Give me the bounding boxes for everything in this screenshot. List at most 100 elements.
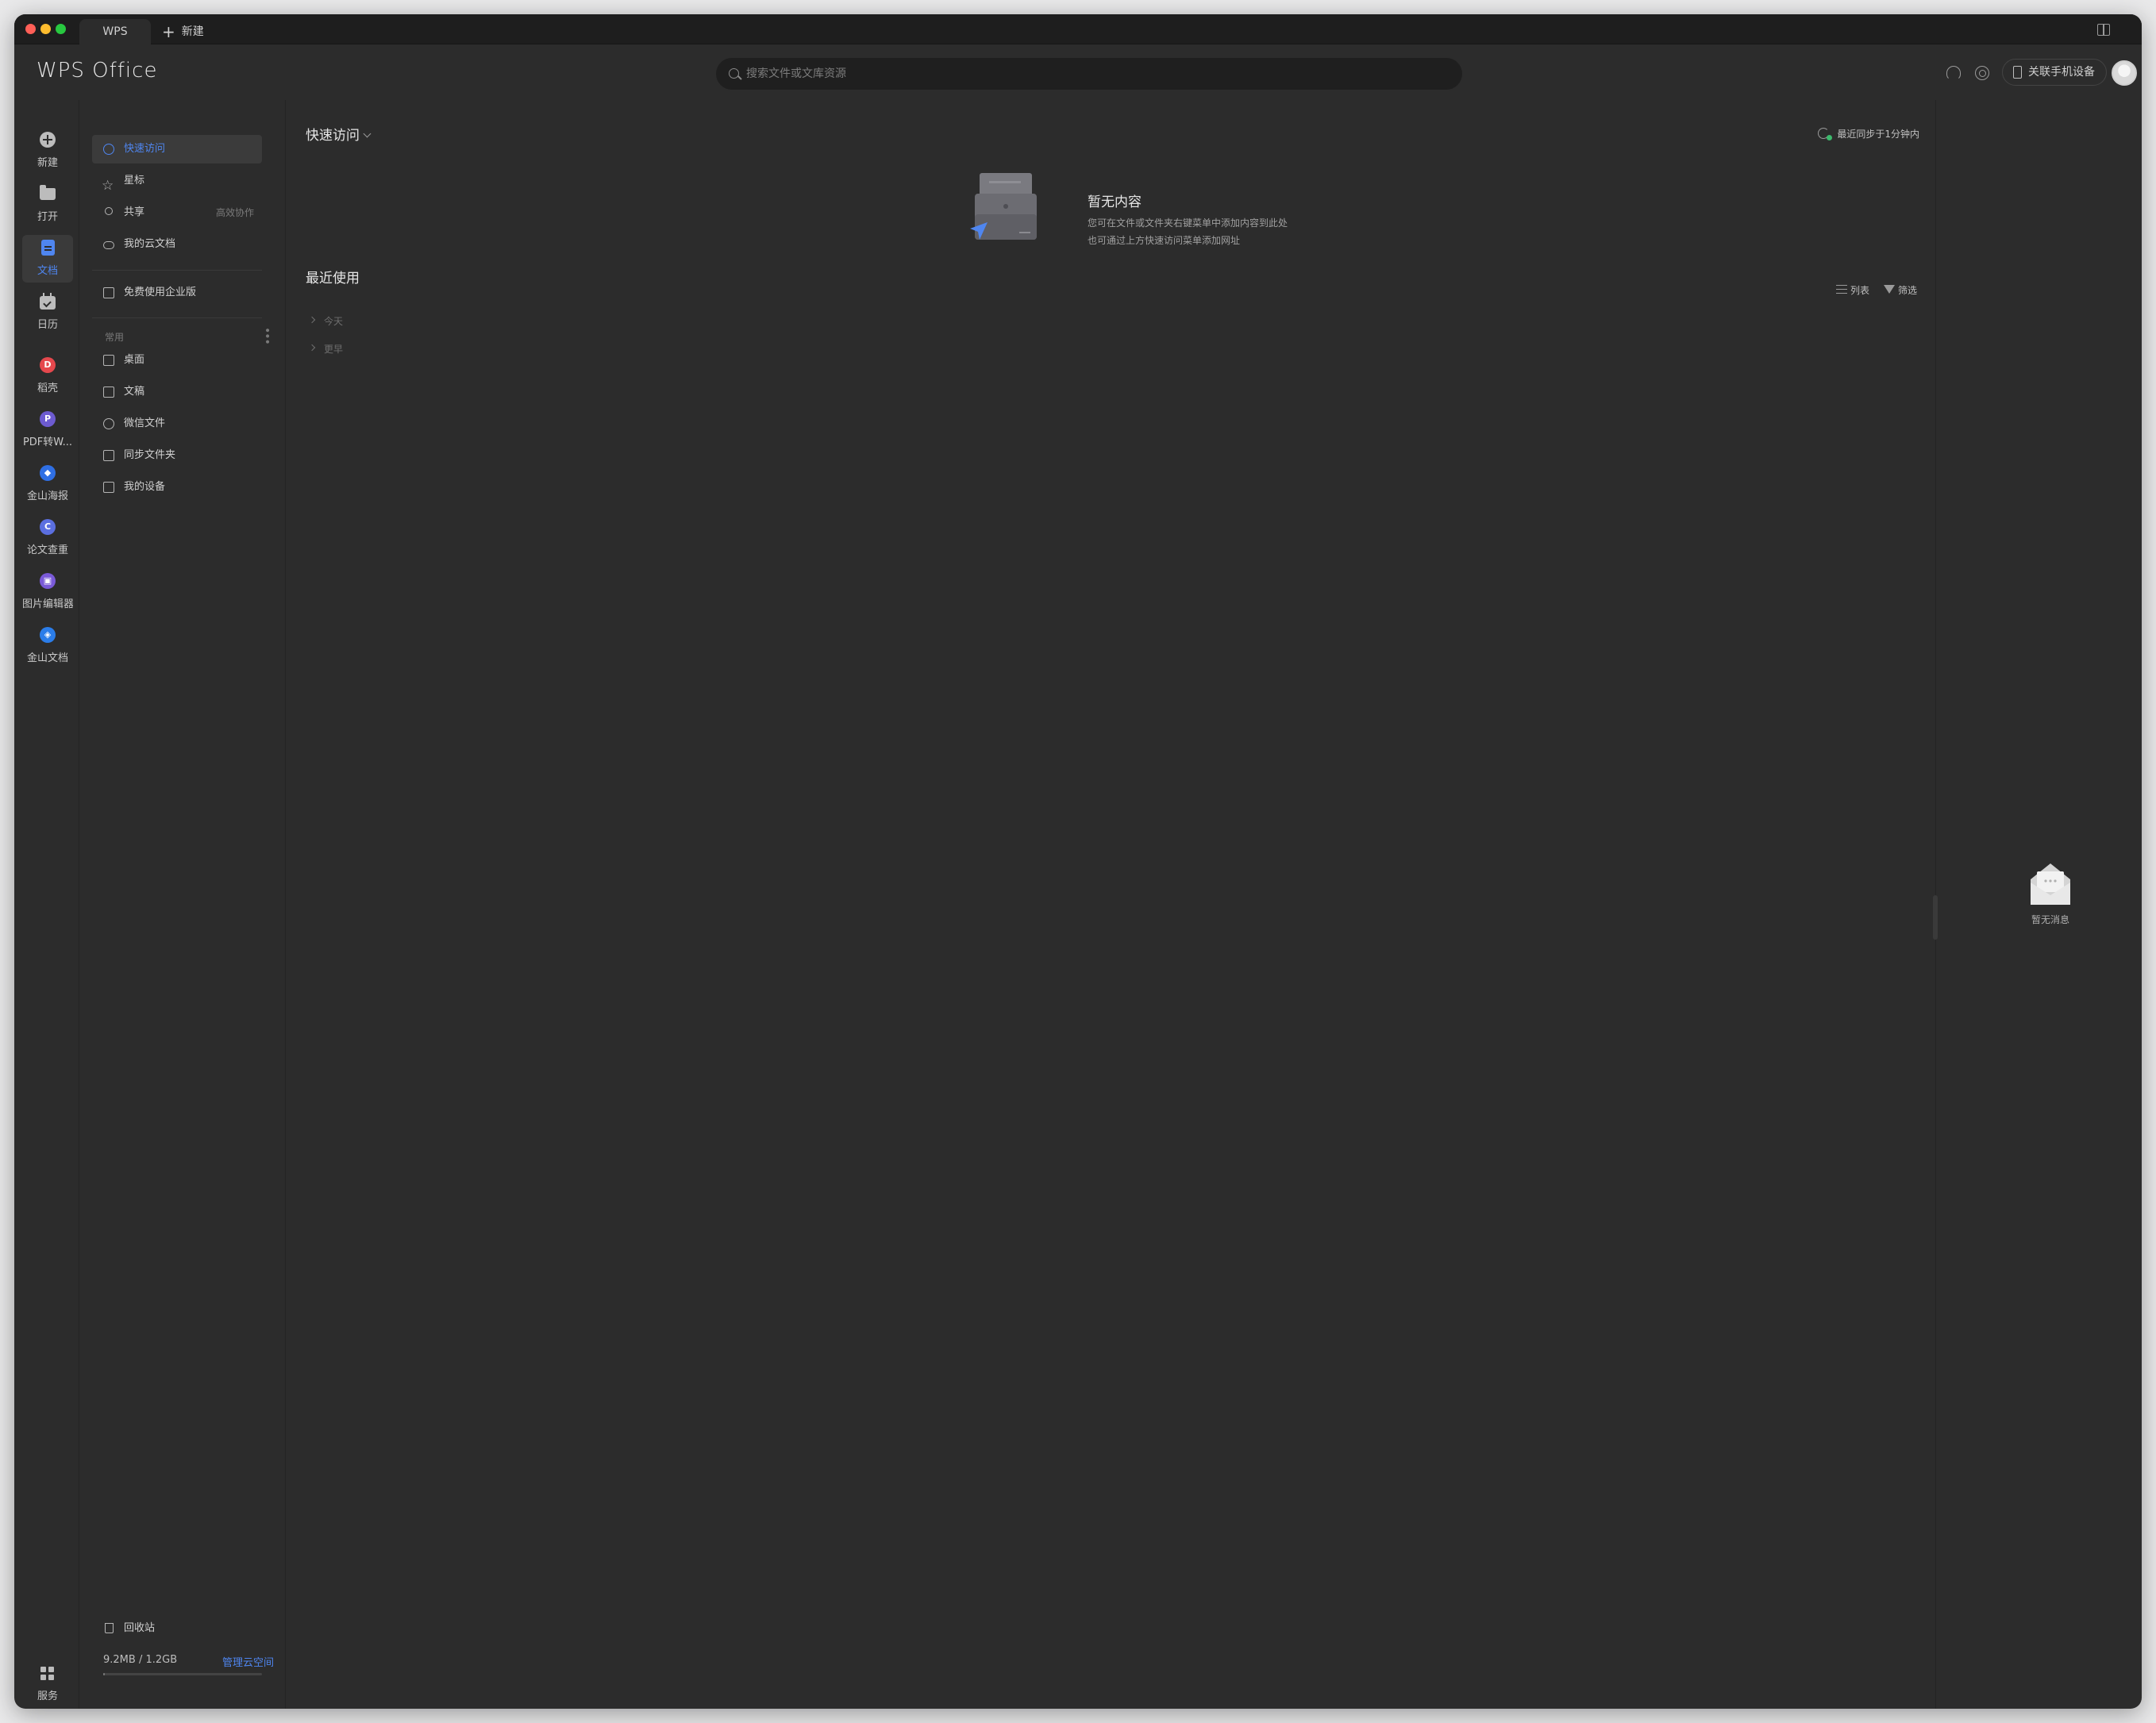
- user-avatar[interactable]: [2112, 60, 2137, 86]
- sync-folder-icon: [103, 450, 114, 461]
- no-messages-text: 暂无消息: [2031, 914, 2069, 925]
- rail-item-kdocs[interactable]: ◈ 金山文档: [22, 622, 73, 670]
- more-options-icon[interactable]: •••: [260, 327, 273, 344]
- nav-item-shared[interactable]: 共享 高效协作: [92, 198, 262, 227]
- shared-hint: 高效协作: [215, 207, 254, 218]
- wps-logo: WPS Office: [37, 59, 158, 83]
- rail-item-daoke[interactable]: D 稻壳: [22, 352, 73, 400]
- nav-label: 我的云文档: [124, 238, 176, 250]
- storage-usage: 9.2MB / 1.2GB: [103, 1654, 178, 1666]
- share-people-icon: [105, 207, 113, 215]
- rail-item-documents[interactable]: 文档: [22, 235, 73, 283]
- trash-label: 回收站: [124, 1622, 156, 1634]
- search-bar[interactable]: [716, 58, 1462, 90]
- search-icon: [729, 68, 739, 79]
- nav-item-cloud-docs[interactable]: 我的云文档: [92, 230, 262, 259]
- filter-button[interactable]: 筛选: [1884, 283, 1917, 297]
- filter-funnel-icon: [1884, 285, 1895, 294]
- rail-label: 金山海报: [26, 490, 68, 502]
- link-phone-label: 关联手机设备: [2028, 66, 2095, 79]
- trash-icon: [105, 1623, 114, 1633]
- search-input[interactable]: [746, 58, 1445, 90]
- desktop-folder-icon: [103, 355, 114, 366]
- nav-label: 微信文件: [124, 417, 166, 429]
- message-panel: 暂无消息: [1933, 100, 2142, 1709]
- wechat-icon: [103, 418, 114, 429]
- list-icon: [1836, 285, 1847, 294]
- nav-label: 文稿: [124, 386, 145, 398]
- rail-item-pdf-convert[interactable]: P PDF转W...: [22, 406, 73, 454]
- nav-item-sync-folder[interactable]: 同步文件夹: [92, 441, 262, 470]
- navigation-panel: 快速访问 星标 共享 高效协作 我的云文档 免费使用企业版 常用 ••• 桌面: [79, 100, 286, 1709]
- plus-icon: +: [162, 22, 175, 41]
- filter-label: 筛选: [1898, 285, 1918, 296]
- paper-check-icon: C: [40, 519, 56, 535]
- nav-item-enterprise[interactable]: 免费使用企业版: [92, 279, 262, 307]
- sync-status-text: 最近同步于1分钟内: [1837, 129, 1919, 140]
- new-tab-button[interactable]: + 新建: [156, 19, 210, 44]
- sync-status[interactable]: 最近同步于1分钟内: [1818, 127, 1919, 140]
- devices-icon: [103, 482, 114, 493]
- chevron-right-icon: [308, 316, 316, 324]
- header: WPS Office 关联手机设备: [14, 44, 2142, 100]
- rail-label: 日历: [37, 319, 58, 331]
- daoke-icon: D: [40, 357, 56, 373]
- image-editor-icon: ▣: [40, 573, 56, 589]
- settings-gear-icon[interactable]: [1975, 66, 1989, 80]
- nav-label: 免费使用企业版: [124, 287, 197, 298]
- link-phone-button[interactable]: 关联手机设备: [2002, 59, 2107, 86]
- recent-title: 最近使用: [306, 271, 360, 287]
- sync-icon: [1818, 128, 1833, 140]
- quick-access-title[interactable]: 快速访问: [306, 124, 372, 144]
- rail-item-image-editor[interactable]: ▣ 图片编辑器: [22, 568, 73, 616]
- window-close-button[interactable]: [25, 24, 36, 34]
- rail-label: 打开: [37, 211, 58, 223]
- nav-item-quick-access[interactable]: 快速访问: [92, 135, 262, 163]
- sidebar-toggle-icon[interactable]: [2097, 24, 2110, 36]
- rail-label: PDF转W...: [22, 437, 73, 448]
- rail-label: 论文查重: [26, 544, 68, 556]
- nav-item-starred[interactable]: 星标: [92, 167, 262, 200]
- rail-item-paper-check[interactable]: C 论文查重: [22, 514, 73, 562]
- nav-item-desktop[interactable]: 桌面: [92, 346, 262, 375]
- documents-folder-icon: [103, 387, 114, 398]
- nav-item-wechat-files[interactable]: 微信文件: [92, 410, 262, 438]
- list-view-button[interactable]: 列表: [1836, 283, 1869, 297]
- rail-item-new[interactable]: 新建: [22, 127, 73, 175]
- new-icon: [40, 132, 56, 148]
- group-label: 今天: [324, 316, 344, 327]
- rail-label: 图片编辑器: [22, 598, 73, 610]
- chevron-right-icon: [308, 344, 316, 352]
- rail-item-open[interactable]: 打开: [22, 181, 73, 229]
- recent-group-today[interactable]: 今天: [308, 314, 344, 328]
- nav-label: 桌面: [124, 354, 145, 366]
- calendar-icon: [40, 293, 56, 310]
- nav-item-my-devices[interactable]: 我的设备: [92, 473, 262, 502]
- tab-label: WPS: [102, 25, 128, 38]
- group-label: 更早: [324, 344, 344, 355]
- rail-item-services[interactable]: 服务: [22, 1660, 73, 1708]
- window-minimize-button[interactable]: [40, 24, 51, 34]
- empty-state-title: 暂无内容: [1088, 194, 1142, 210]
- new-tab-label: 新建: [181, 25, 204, 38]
- manage-cloud-space-link[interactable]: 管理云空间: [222, 1654, 274, 1669]
- rail-label: 稻壳: [37, 383, 58, 394]
- star-icon: [102, 171, 114, 200]
- list-view-label: 列表: [1850, 285, 1870, 296]
- tab-wps[interactable]: WPS: [79, 19, 151, 44]
- phone-icon: [2013, 66, 2022, 79]
- cloud-icon: [103, 241, 114, 249]
- window-maximize-button[interactable]: [56, 24, 66, 34]
- rail-item-calendar[interactable]: 日历: [22, 289, 73, 337]
- recent-group-earlier[interactable]: 更早: [308, 342, 344, 356]
- enterprise-building-icon: [103, 287, 114, 298]
- rail-item-poster[interactable]: ◆ 金山海报: [22, 460, 73, 508]
- main-content: 快速访问 最近同步于1分钟内 暂无内容 您可在文件或文件夹右键菜单中添加内容到此…: [286, 100, 1935, 1709]
- panel-collapse-handle[interactable]: [1933, 895, 1938, 940]
- poster-icon: ◆: [40, 465, 56, 481]
- document-icon: [41, 240, 55, 256]
- nav-item-documents-folder[interactable]: 文稿: [92, 378, 262, 406]
- trash-button[interactable]: 回收站: [92, 1616, 262, 1641]
- nav-label: 共享: [124, 206, 145, 218]
- customer-service-icon[interactable]: [1946, 66, 1961, 80]
